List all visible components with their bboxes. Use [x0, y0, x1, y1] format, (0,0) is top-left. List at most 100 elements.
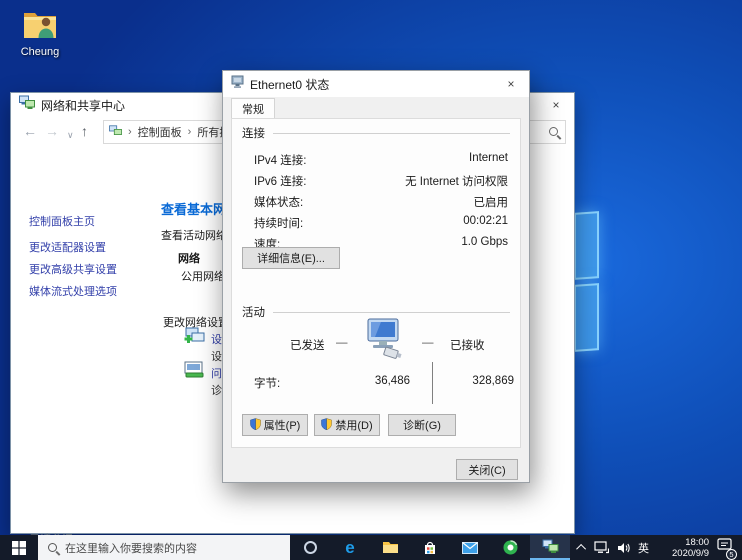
windows-logo-pane-bottom	[574, 283, 599, 352]
taskbar-icon-network-center-active[interactable]	[530, 535, 570, 560]
tray-action-center[interactable]: 5	[713, 535, 736, 560]
new-connection-icon	[183, 326, 205, 349]
nsc-window-title: 网络和共享中心	[41, 97, 125, 114]
desktop-icon-label: Cheung	[8, 46, 72, 58]
search-icon	[549, 127, 558, 136]
group-divider	[273, 133, 510, 134]
ipv4-label: IPv4 连接:	[254, 152, 306, 168]
ipv6-value: 无 Internet 访问权限	[405, 173, 508, 189]
sidebar-item-advanced-sharing[interactable]: 更改高级共享设置	[29, 261, 117, 277]
file-explorer-icon	[382, 541, 399, 554]
taskbar-search-box[interactable]: 在这里输入你要搜索的内容	[38, 535, 290, 560]
close-button[interactable]: ×	[538, 93, 574, 117]
taskbar-icon-file-explorer[interactable]	[370, 535, 410, 560]
general-tab-page: 连接 IPv4 连接: Internet IPv6 连接: 无 Internet…	[231, 118, 521, 448]
page-title: 查看基本网	[161, 199, 226, 218]
ipv4-value: Internet	[469, 152, 508, 164]
details-button[interactable]: 详细信息(E)...	[242, 247, 340, 269]
desktop-icon-user-folder[interactable]: Cheung	[8, 8, 72, 58]
diagnose-button[interactable]: 诊断(G)	[388, 414, 456, 436]
connection-group: 连接	[242, 125, 510, 141]
ethernet-status-dialog: Ethernet0 状态 × 常规 连接 IPv4 连接: Internet I…	[222, 70, 530, 483]
tray-show-hidden-icons[interactable]	[575, 535, 590, 560]
user-folder-icon	[21, 26, 59, 43]
search-icon	[48, 543, 57, 552]
ethernet-adapter-icon	[231, 75, 244, 94]
duration-value: 00:02:21	[463, 215, 508, 227]
desktop: Cheung 网络和共享中心 × ← → ∨	[0, 0, 742, 560]
breadcrumb-sep: ›	[186, 126, 194, 138]
back-icon[interactable]: ←	[23, 122, 37, 140]
taskbar-icon-edge[interactable]: e	[330, 535, 370, 560]
tray-volume[interactable]	[613, 535, 634, 560]
taskbar: 在这里输入你要搜索的内容 e	[0, 535, 742, 560]
sidebar-item-change-adapter[interactable]: 更改适配器设置	[29, 239, 106, 255]
taskbar-icon-mail[interactable]	[450, 535, 490, 560]
network-name: 网络	[178, 250, 200, 266]
group-divider	[273, 312, 510, 313]
dialog-close-button[interactable]: ×	[493, 71, 529, 97]
sidebar-item-home[interactable]: 控制面板主页	[29, 213, 95, 229]
task-link-setup-connection[interactable]: 设	[211, 331, 222, 347]
windows-start-icon	[12, 541, 26, 555]
tray-clock[interactable]: 18:00 2020/9/9	[653, 535, 713, 560]
sent-label: 已发送	[290, 337, 325, 353]
disable-button[interactable]: 禁用(D)	[314, 414, 380, 436]
taskbar-search-placeholder: 在这里输入你要搜索的内容	[65, 540, 197, 556]
bytes-label: 字节:	[254, 375, 280, 391]
breadcrumb-control-panel[interactable]: 控制面板	[138, 124, 182, 140]
connection-group-label: 连接	[242, 125, 265, 141]
network-center-icon	[19, 95, 35, 115]
media-state-value: 已启用	[474, 194, 509, 210]
green-browser-icon	[503, 540, 518, 555]
ipv6-label: IPv6 连接:	[254, 173, 306, 189]
task-desc-troubleshoot: 诊	[211, 382, 222, 398]
network-center-icon	[542, 539, 559, 554]
network-type: 公用网络	[181, 268, 225, 284]
tab-general[interactable]: 常规	[231, 98, 275, 119]
forward-icon[interactable]: →	[45, 122, 59, 140]
dialog-close-action-button[interactable]: 关闭(C)	[456, 459, 518, 480]
cortana-icon	[304, 541, 317, 554]
sent-dash: —	[336, 337, 348, 349]
duration-label: 持续时间:	[254, 215, 303, 231]
speed-value: 1.0 Gbps	[461, 236, 508, 248]
uac-shield-icon	[250, 418, 261, 433]
computer-activity-icon	[359, 317, 411, 364]
edge-icon: e	[345, 539, 354, 556]
sidebar-item-media-streaming[interactable]: 媒体流式处理选项	[29, 283, 117, 299]
ime-language-label: 英	[638, 540, 649, 556]
properties-button[interactable]: 属性(P)	[242, 414, 308, 436]
media-state-label: 媒体状态:	[254, 194, 303, 210]
bytes-divider	[432, 362, 433, 404]
history-dropdown-icon[interactable]: ∨	[67, 126, 74, 144]
up-icon[interactable]: ↑	[81, 122, 88, 140]
task-desc-setup-connection: 设	[211, 348, 222, 364]
active-networks-label: 查看活动网络	[161, 227, 227, 243]
close-icon: ×	[552, 98, 559, 112]
clock-date: 2020/9/9	[657, 548, 709, 559]
tray-network[interactable]	[590, 535, 613, 560]
task-link-troubleshoot[interactable]: 问	[211, 365, 222, 381]
taskbar-icon-store[interactable]	[410, 535, 450, 560]
network-status-icon	[594, 541, 609, 554]
taskbar-icon-cortana[interactable]	[290, 535, 330, 560]
received-label: 已接收	[450, 337, 485, 353]
disable-button-label: 禁用(D)	[335, 417, 372, 433]
address-location-icon	[109, 125, 122, 140]
dialog-titlebar[interactable]: Ethernet0 状态 ×	[223, 71, 529, 97]
properties-button-label: 属性(P)	[264, 417, 301, 433]
received-dash: —	[422, 337, 434, 349]
start-button[interactable]	[0, 535, 38, 560]
dialog-title: Ethernet0 状态	[250, 76, 329, 93]
chevron-up-icon	[576, 544, 586, 554]
taskbar-icon-browser-green[interactable]	[490, 535, 530, 560]
speaker-icon	[617, 542, 630, 554]
close-icon: ×	[507, 77, 514, 91]
mail-icon	[462, 542, 478, 554]
notification-badge: 5	[726, 549, 737, 560]
windows-logo-pane-top	[574, 211, 599, 280]
store-icon	[423, 541, 437, 555]
tray-ime[interactable]: 英	[634, 535, 653, 560]
bytes-received-value: 328,869	[440, 375, 514, 387]
